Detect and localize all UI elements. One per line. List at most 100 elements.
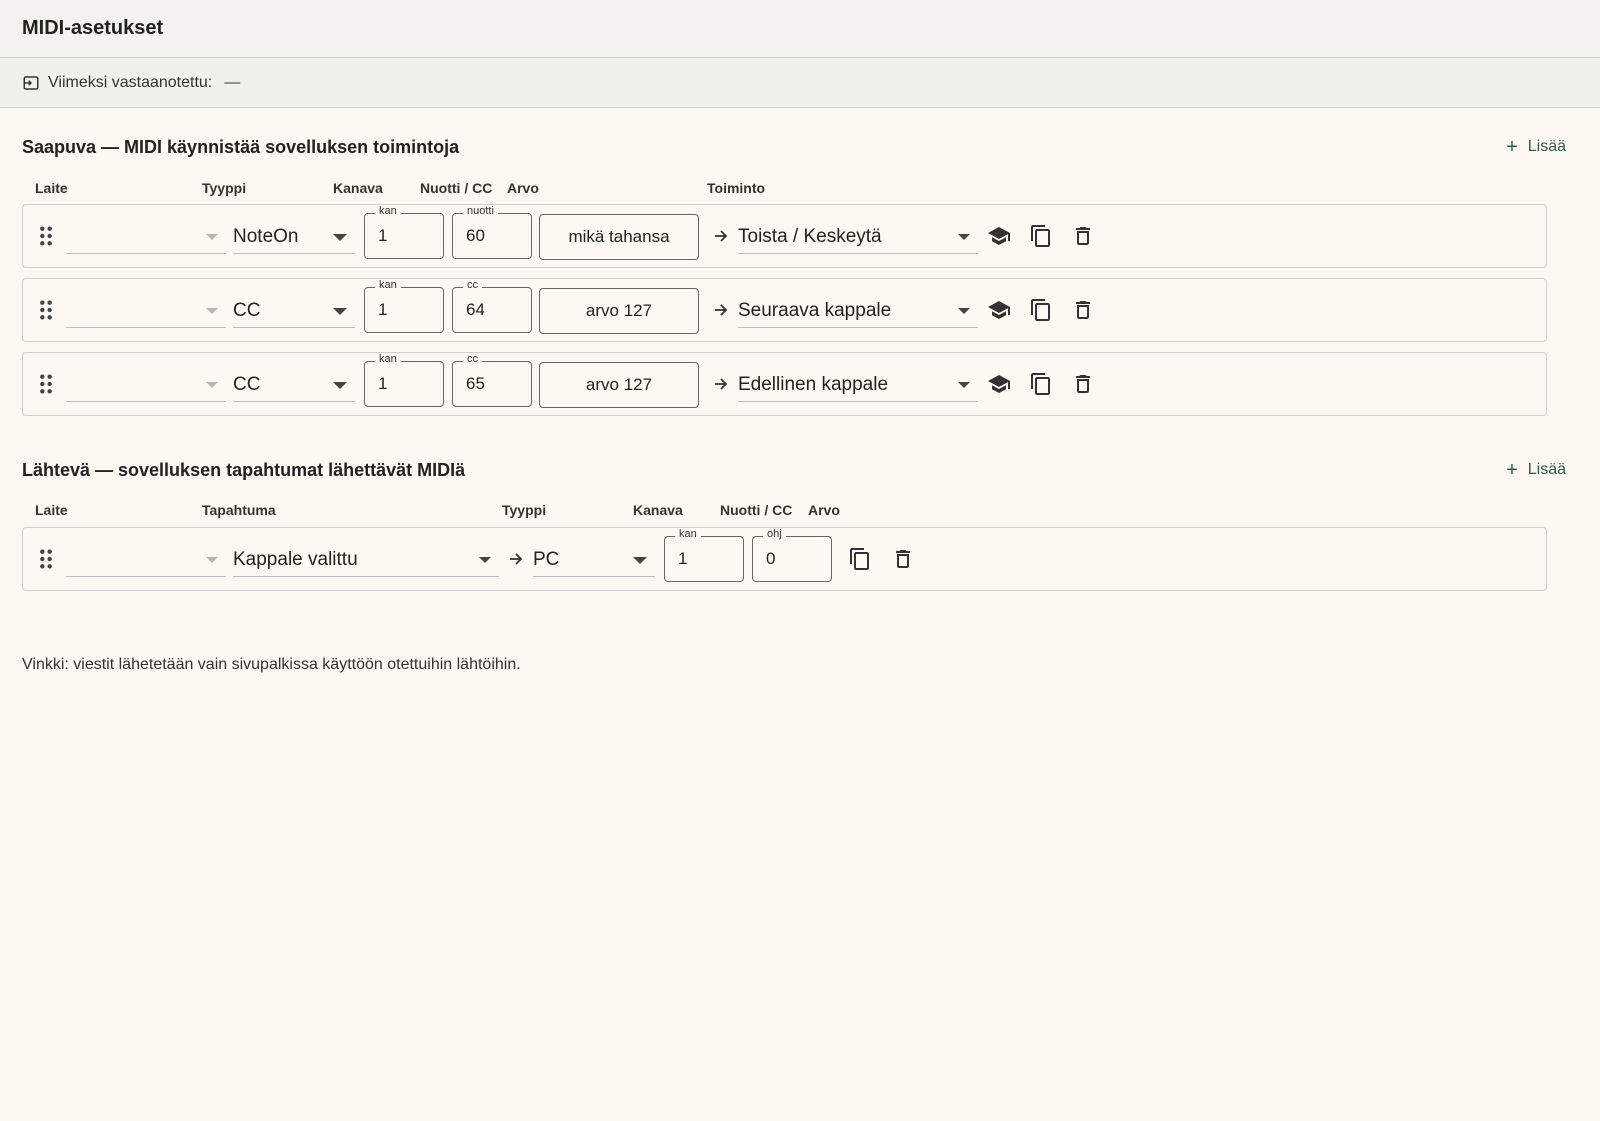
- incoming-row: CC kan 1 cc 64 arvo 127 Seuraava kappale: [22, 278, 1547, 342]
- hint-text: Vinkki: viestit lähetetään vain sivupalk…: [22, 656, 521, 673]
- cc-field[interactable]: cc 64: [452, 279, 532, 333]
- incoming-add-label: Lisää: [1527, 138, 1566, 155]
- chevron-down-icon: [333, 308, 347, 315]
- trash-icon[interactable]: [891, 547, 915, 571]
- incoming-row: CC kan 1 cc 65 arvo 127 Edellinen kappal…: [22, 352, 1547, 416]
- channel-field[interactable]: kan 1: [664, 528, 744, 582]
- chevron-down-icon: [206, 382, 218, 388]
- page-title: MIDI-asetukset: [22, 17, 164, 39]
- col-header-value: Arvo: [507, 180, 539, 196]
- note-field-label: nuotti: [463, 205, 498, 217]
- event-select-value: Kappale valittu: [233, 548, 358, 570]
- type-select[interactable]: PC: [533, 543, 655, 577]
- program-field-label: ohj: [763, 528, 786, 540]
- type-select-value: CC: [233, 373, 261, 395]
- type-select[interactable]: CC: [233, 294, 355, 328]
- channel-field-label: kan: [675, 528, 701, 540]
- copy-icon[interactable]: [848, 547, 872, 571]
- type-select[interactable]: CC: [233, 368, 355, 402]
- trash-icon[interactable]: [1071, 224, 1095, 248]
- chevron-down-icon: [333, 234, 347, 241]
- col-header-note-cc: Nuotti / CC: [720, 502, 793, 518]
- incoming-section-title: Saapuva — MIDI käynnistää sovelluksen to…: [22, 136, 460, 157]
- outgoing-add-button[interactable]: + Lisää: [1506, 460, 1578, 480]
- trash-icon[interactable]: [1071, 298, 1095, 322]
- type-select-value: CC: [233, 299, 261, 321]
- action-select-value: Seuraava kappale: [738, 299, 892, 321]
- chevron-down-icon: [333, 382, 347, 389]
- note-field[interactable]: nuotti 60: [452, 205, 532, 259]
- cc-field-value: 65: [466, 374, 485, 393]
- type-select-value: PC: [533, 548, 560, 570]
- col-header-value: Arvo: [808, 502, 840, 518]
- action-select[interactable]: Toista / Keskeytä: [738, 220, 978, 254]
- col-header-channel: Kanava: [633, 502, 683, 518]
- col-header-event: Tapahtuma: [202, 502, 276, 518]
- device-select[interactable]: [66, 220, 226, 254]
- channel-field[interactable]: kan 1: [364, 353, 444, 407]
- copy-icon[interactable]: [1029, 372, 1053, 396]
- school-icon[interactable]: [987, 298, 1011, 322]
- school-icon[interactable]: [987, 224, 1011, 248]
- drag-handle-icon[interactable]: [37, 548, 55, 570]
- drag-handle-icon[interactable]: [37, 299, 55, 321]
- col-header-device: Laite: [35, 502, 68, 518]
- arrow-right-icon: [715, 304, 728, 316]
- outgoing-section-title: Lähtevä — sovelluksen tapahtumat lähettä…: [22, 459, 466, 480]
- plus-icon: +: [1506, 136, 1518, 158]
- channel-field-value: 1: [378, 300, 388, 319]
- incoming-add-button[interactable]: + Lisää: [1506, 137, 1578, 157]
- copy-icon[interactable]: [1029, 224, 1053, 248]
- col-header-note-cc: Nuotti / CC: [420, 180, 493, 196]
- title-bar: MIDI-asetukset: [0, 0, 1600, 58]
- chevron-down-icon: [206, 308, 218, 314]
- arrow-right-icon: [510, 553, 523, 565]
- chevron-down-icon: [206, 557, 218, 563]
- last-received-label: Viimeksi vastaanotettu:: [48, 73, 213, 91]
- input-icon: [23, 75, 39, 90]
- chevron-down-icon: [958, 382, 970, 388]
- incoming-section-header: Saapuva — MIDI käynnistää sovelluksen to…: [22, 132, 1578, 162]
- drag-handle-icon[interactable]: [37, 373, 55, 395]
- channel-field-label: kan: [375, 353, 401, 365]
- device-select[interactable]: [66, 294, 226, 328]
- action-select-value: Toista / Keskeytä: [738, 225, 882, 247]
- arrow-right-icon: [715, 378, 728, 390]
- type-select[interactable]: NoteOn: [233, 220, 355, 254]
- last-received-bar: Viimeksi vastaanotettu: —: [0, 58, 1600, 108]
- value-button[interactable]: mikä tahansa: [539, 214, 699, 260]
- chevron-down-icon: [479, 557, 491, 563]
- col-header-type: Tyyppi: [202, 180, 247, 196]
- cc-field-label: cc: [463, 279, 482, 291]
- col-header-action: Toiminto: [707, 180, 766, 196]
- device-select[interactable]: [66, 543, 226, 577]
- device-select[interactable]: [66, 368, 226, 402]
- plus-icon: +: [1506, 459, 1518, 481]
- action-select-value: Edellinen kappale: [738, 373, 889, 395]
- value-button[interactable]: arvo 127: [539, 288, 699, 334]
- channel-field-value: 1: [378, 374, 388, 393]
- value-button[interactable]: arvo 127: [539, 362, 699, 408]
- col-header-channel: Kanava: [333, 180, 383, 196]
- chevron-down-icon: [958, 234, 970, 240]
- action-select[interactable]: Seuraava kappale: [738, 294, 978, 328]
- event-select[interactable]: Kappale valittu: [233, 543, 499, 577]
- type-select-value: NoteOn: [233, 225, 299, 247]
- action-select[interactable]: Edellinen kappale: [738, 368, 978, 402]
- cc-field[interactable]: cc 65: [452, 353, 532, 407]
- program-field-value: 0: [766, 549, 776, 568]
- copy-icon[interactable]: [1029, 298, 1053, 322]
- channel-field[interactable]: kan 1: [364, 279, 444, 333]
- chevron-down-icon: [206, 234, 218, 240]
- drag-handle-icon[interactable]: [37, 225, 55, 247]
- trash-icon[interactable]: [1071, 372, 1095, 396]
- arrow-right-icon: [715, 230, 728, 242]
- school-icon[interactable]: [987, 372, 1011, 396]
- channel-field[interactable]: kan 1: [364, 205, 444, 259]
- chevron-down-icon: [958, 308, 970, 314]
- program-field[interactable]: ohj 0: [752, 528, 832, 582]
- channel-field-label: kan: [375, 279, 401, 291]
- note-field-value: 60: [466, 226, 485, 245]
- incoming-row: NoteOn kan 1 nuotti 60 mikä tahansa Tois…: [22, 204, 1547, 268]
- cc-field-label: cc: [463, 353, 482, 365]
